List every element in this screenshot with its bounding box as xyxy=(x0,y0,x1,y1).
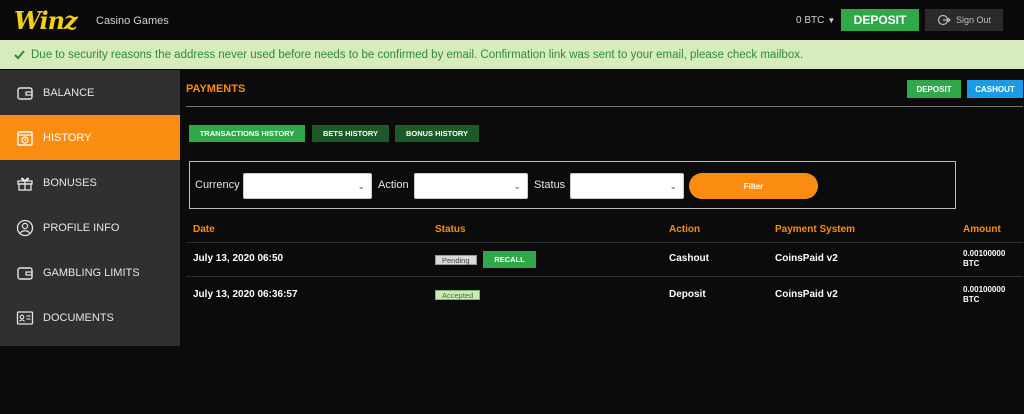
row-divider xyxy=(186,276,1023,277)
gift-icon xyxy=(17,177,33,191)
tab-bonus-history[interactable]: BONUS HISTORY xyxy=(395,125,479,142)
sidebar-item-label: PROFILE INFO xyxy=(43,221,120,234)
status-badge: Pending xyxy=(435,255,477,265)
column-header-status: Status xyxy=(435,224,466,235)
id-card-icon xyxy=(16,310,34,325)
currency-label: Currency xyxy=(195,179,240,191)
row-payment-system: CoinsPaid v2 xyxy=(775,289,838,300)
tab-transactions-history[interactable]: TRANSACTIONS HISTORY xyxy=(189,125,305,142)
caret-down-icon: ▼ xyxy=(827,16,836,25)
sidebar-item-label: GAMBLING LIMITS xyxy=(43,266,140,279)
divider xyxy=(186,106,1023,107)
status-label: Status xyxy=(534,179,566,191)
balance-value: 0 BTC xyxy=(796,15,825,26)
amount-value: 0.00100000 xyxy=(963,249,1006,258)
signout-label: Sign Out xyxy=(955,15,992,25)
sidebar-item-profile-info[interactable]: PROFILE INFO xyxy=(0,205,180,250)
sidebar-item-bonuses[interactable]: BONUSES xyxy=(0,160,180,205)
recall-button[interactable]: RECALL xyxy=(483,251,536,268)
row-date: July 13, 2020 06:50 xyxy=(193,253,284,264)
row-action: Cashout xyxy=(669,253,709,264)
currency-select[interactable]: ⌄ xyxy=(243,173,372,199)
sidebar: BALANCE HISTORY BONUSES PROFILE INFO GAM… xyxy=(0,70,180,346)
amount-value: 0.00100000 xyxy=(963,285,1006,294)
sidebar-item-history[interactable]: HISTORY xyxy=(0,115,180,160)
sidebar-item-documents[interactable]: DOCUMENTS xyxy=(0,295,180,340)
action-select[interactable]: ⌄ xyxy=(414,173,528,199)
sidebar-item-label: BONUSES xyxy=(43,176,97,189)
row-amount: 0.00100000 BTC xyxy=(963,249,1005,269)
history-icon xyxy=(17,130,33,146)
column-header-amount: Amount xyxy=(963,224,1001,235)
amount-currency: BTC xyxy=(963,259,980,268)
sidebar-item-gambling-limits[interactable]: GAMBLING LIMITS xyxy=(0,250,180,295)
user-icon xyxy=(16,219,34,236)
row-amount: 0.00100000 BTC xyxy=(963,285,1005,305)
nav-casino-games[interactable]: Casino Games xyxy=(96,15,169,27)
cashout-button[interactable]: CASHOUT xyxy=(967,80,1023,98)
status-select[interactable]: ⌄ xyxy=(570,173,684,199)
wallet-icon xyxy=(17,266,33,280)
column-header-payment-system: Payment System xyxy=(775,224,856,235)
amount-currency: BTC xyxy=(963,295,980,304)
filter-panel: Currency ⌄ Action ⌄ Status ⌄ Filter xyxy=(189,161,956,209)
top-bar: Winz Casino Games 0 BTC ▼ DEPOSIT Sign Ou… xyxy=(0,0,1024,40)
status-badge: Accepted xyxy=(435,290,481,300)
sidebar-item-balance[interactable]: BALANCE xyxy=(0,70,180,115)
deposit-button[interactable]: DEPOSIT xyxy=(841,9,919,31)
filter-button[interactable]: Filter xyxy=(689,173,818,199)
notice-text: Due to security reasons the address neve… xyxy=(31,48,804,61)
signout-icon xyxy=(937,14,951,26)
balance-dropdown[interactable]: 0 BTC ▼ xyxy=(796,15,835,26)
chevron-down-icon: ⌄ xyxy=(357,181,365,191)
row-action: Deposit xyxy=(669,289,706,300)
row-date: July 13, 2020 06:36:57 xyxy=(193,289,298,300)
chevron-down-icon: ⌄ xyxy=(513,181,521,191)
column-header-date: Date xyxy=(193,224,215,235)
tab-bets-history[interactable]: BETS HISTORY xyxy=(312,125,389,142)
page-title: PAYMENTS xyxy=(186,83,246,95)
column-header-action: Action xyxy=(669,224,701,235)
sidebar-item-label: DOCUMENTS xyxy=(43,311,114,324)
sidebar-item-label: HISTORY xyxy=(43,131,92,144)
row-payment-system: CoinsPaid v2 xyxy=(775,253,838,264)
deposit-button-secondary[interactable]: DEPOSIT xyxy=(907,80,961,98)
chevron-down-icon: ⌄ xyxy=(669,181,677,191)
winz-logo[interactable]: Winz xyxy=(14,6,78,35)
action-label: Action xyxy=(378,179,409,191)
wallet-icon xyxy=(17,86,33,100)
signout-button[interactable]: Sign Out xyxy=(925,9,1003,31)
row-divider xyxy=(186,242,1023,243)
check-icon xyxy=(14,49,25,59)
security-notice: Due to security reasons the address neve… xyxy=(0,40,1024,69)
sidebar-item-label: BALANCE xyxy=(43,86,95,99)
